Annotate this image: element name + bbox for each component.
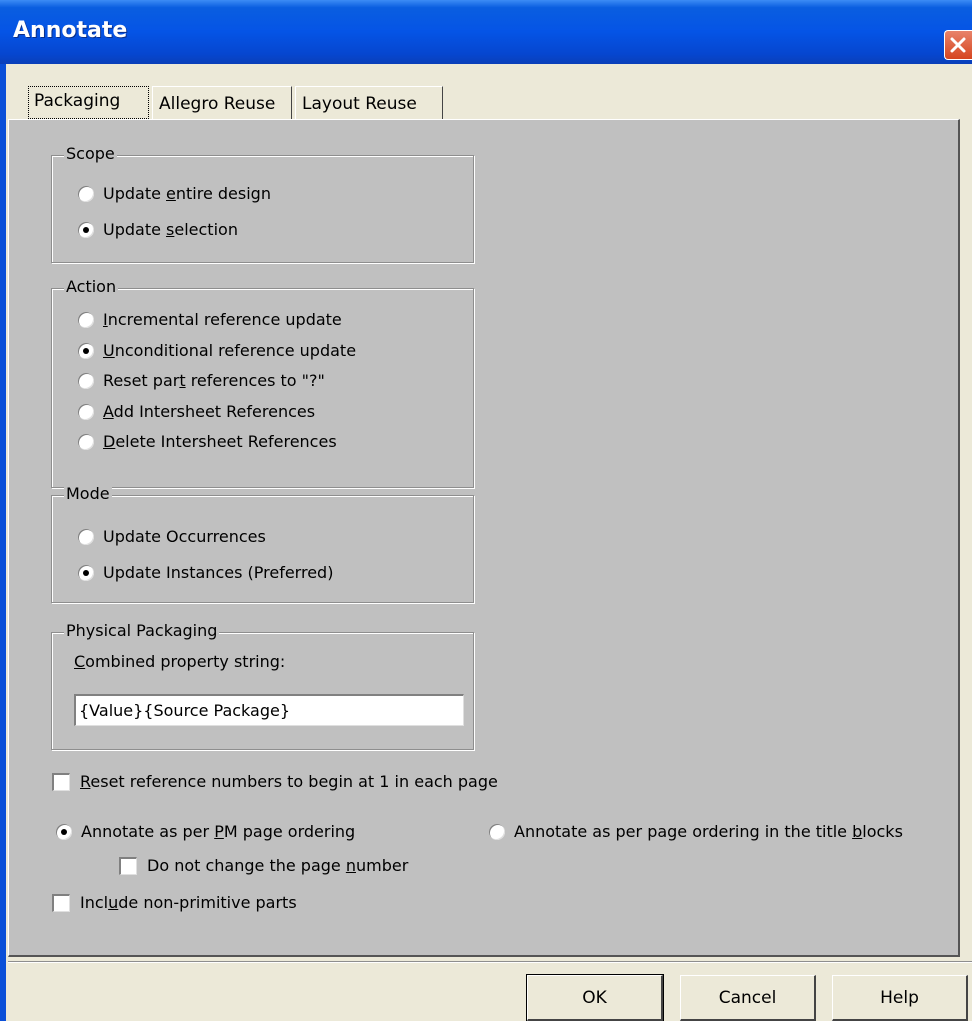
tab-packaging-label: Packaging bbox=[34, 91, 121, 111]
checkbox-box bbox=[119, 856, 137, 875]
ok-button[interactable]: OK bbox=[526, 974, 664, 1021]
radio-indicator bbox=[78, 185, 94, 202]
annotate-title-blocks-label: Annotate as per page ordering in the tit… bbox=[514, 822, 903, 841]
include-non-primitive-checkbox[interactable]: Include non-primitive parts bbox=[52, 893, 297, 912]
cancel-button[interactable]: Cancel bbox=[680, 975, 816, 1021]
help-button[interactable]: Help bbox=[832, 975, 968, 1021]
radio-indicator bbox=[78, 528, 94, 545]
checkbox-box bbox=[52, 772, 70, 791]
action-add-intersheet-label: Add Intersheet References bbox=[103, 402, 316, 421]
no-change-page-number-checkbox[interactable]: Do not change the page number bbox=[119, 856, 408, 875]
scope-selection-label: Update selection bbox=[103, 220, 238, 239]
reset-reference-numbers-label: Reset reference numbers to begin at 1 in… bbox=[80, 772, 498, 791]
tab-packaging[interactable]: Packaging bbox=[28, 86, 149, 119]
button-separator bbox=[8, 961, 972, 962]
tab-layout-reuse-label: Layout Reuse bbox=[302, 94, 417, 114]
tab-allegro-reuse[interactable]: Allegro Reuse bbox=[152, 86, 292, 120]
window-title: Annotate bbox=[13, 18, 128, 43]
action-delete-intersheet-label: Delete Intersheet References bbox=[103, 432, 337, 451]
annotate-pm-ordering-label: Annotate as per PM page ordering bbox=[81, 822, 356, 841]
radio-indicator bbox=[78, 342, 94, 359]
combined-property-label: Combined property string: bbox=[74, 652, 286, 671]
reset-reference-numbers-checkbox[interactable]: Reset reference numbers to begin at 1 in… bbox=[52, 772, 498, 791]
action-incremental-label: Incremental reference update bbox=[103, 310, 342, 329]
no-change-page-number-label: Do not change the page number bbox=[147, 856, 409, 875]
tab-layout-reuse[interactable]: Layout Reuse bbox=[295, 86, 443, 120]
mode-instances-label: Update Instances (Preferred) bbox=[103, 563, 334, 582]
action-reset-references-label: Reset part references to "?" bbox=[103, 371, 325, 390]
radio-indicator bbox=[78, 311, 94, 328]
radio-indicator bbox=[78, 221, 94, 238]
include-non-primitive-label: Include non-primitive parts bbox=[80, 893, 297, 912]
close-icon bbox=[950, 37, 966, 53]
mode-instances-radio[interactable]: Update Instances (Preferred) bbox=[78, 563, 333, 582]
action-unconditional-label: Unconditional reference update bbox=[103, 341, 357, 360]
window-frame-left bbox=[0, 64, 6, 1021]
annotate-pm-ordering-radio[interactable]: Annotate as per PM page ordering bbox=[56, 822, 355, 841]
annotate-title-blocks-radio[interactable]: Annotate as per page ordering in the tit… bbox=[489, 822, 903, 841]
radio-indicator bbox=[78, 564, 94, 581]
close-button[interactable] bbox=[944, 30, 972, 60]
title-bar: Annotate bbox=[0, 0, 972, 64]
scope-entire-design-label: Update entire design bbox=[103, 184, 271, 203]
action-unconditional-radio[interactable]: Unconditional reference update bbox=[78, 341, 356, 360]
action-incremental-radio[interactable]: Incremental reference update bbox=[78, 310, 342, 329]
action-delete-intersheet-radio[interactable]: Delete Intersheet References bbox=[78, 432, 337, 451]
scope-legend: Scope bbox=[64, 144, 117, 163]
action-reset-references-radio[interactable]: Reset part references to "?" bbox=[78, 371, 325, 390]
radio-indicator bbox=[78, 403, 94, 420]
tab-allegro-reuse-label: Allegro Reuse bbox=[159, 94, 276, 114]
radio-indicator bbox=[78, 372, 94, 389]
mode-legend: Mode bbox=[64, 484, 112, 503]
action-legend: Action bbox=[64, 277, 119, 296]
scope-entire-design-radio[interactable]: Update entire design bbox=[78, 184, 271, 203]
action-add-intersheet-radio[interactable]: Add Intersheet References bbox=[78, 402, 315, 421]
radio-indicator bbox=[56, 823, 72, 840]
scope-group: Scope bbox=[51, 144, 474, 263]
physical-packaging-legend: Physical Packaging bbox=[64, 621, 220, 640]
combined-property-input[interactable]: {Value}{Source Package} bbox=[74, 694, 464, 726]
mode-group: Mode bbox=[51, 484, 474, 603]
radio-indicator bbox=[78, 433, 94, 450]
mode-occurrences-radio[interactable]: Update Occurrences bbox=[78, 527, 266, 546]
radio-indicator bbox=[489, 823, 505, 840]
checkbox-box bbox=[52, 893, 70, 912]
scope-selection-radio[interactable]: Update selection bbox=[78, 220, 238, 239]
physical-packaging-group: Physical Packaging bbox=[51, 621, 474, 750]
mode-occurrences-label: Update Occurrences bbox=[103, 527, 266, 546]
